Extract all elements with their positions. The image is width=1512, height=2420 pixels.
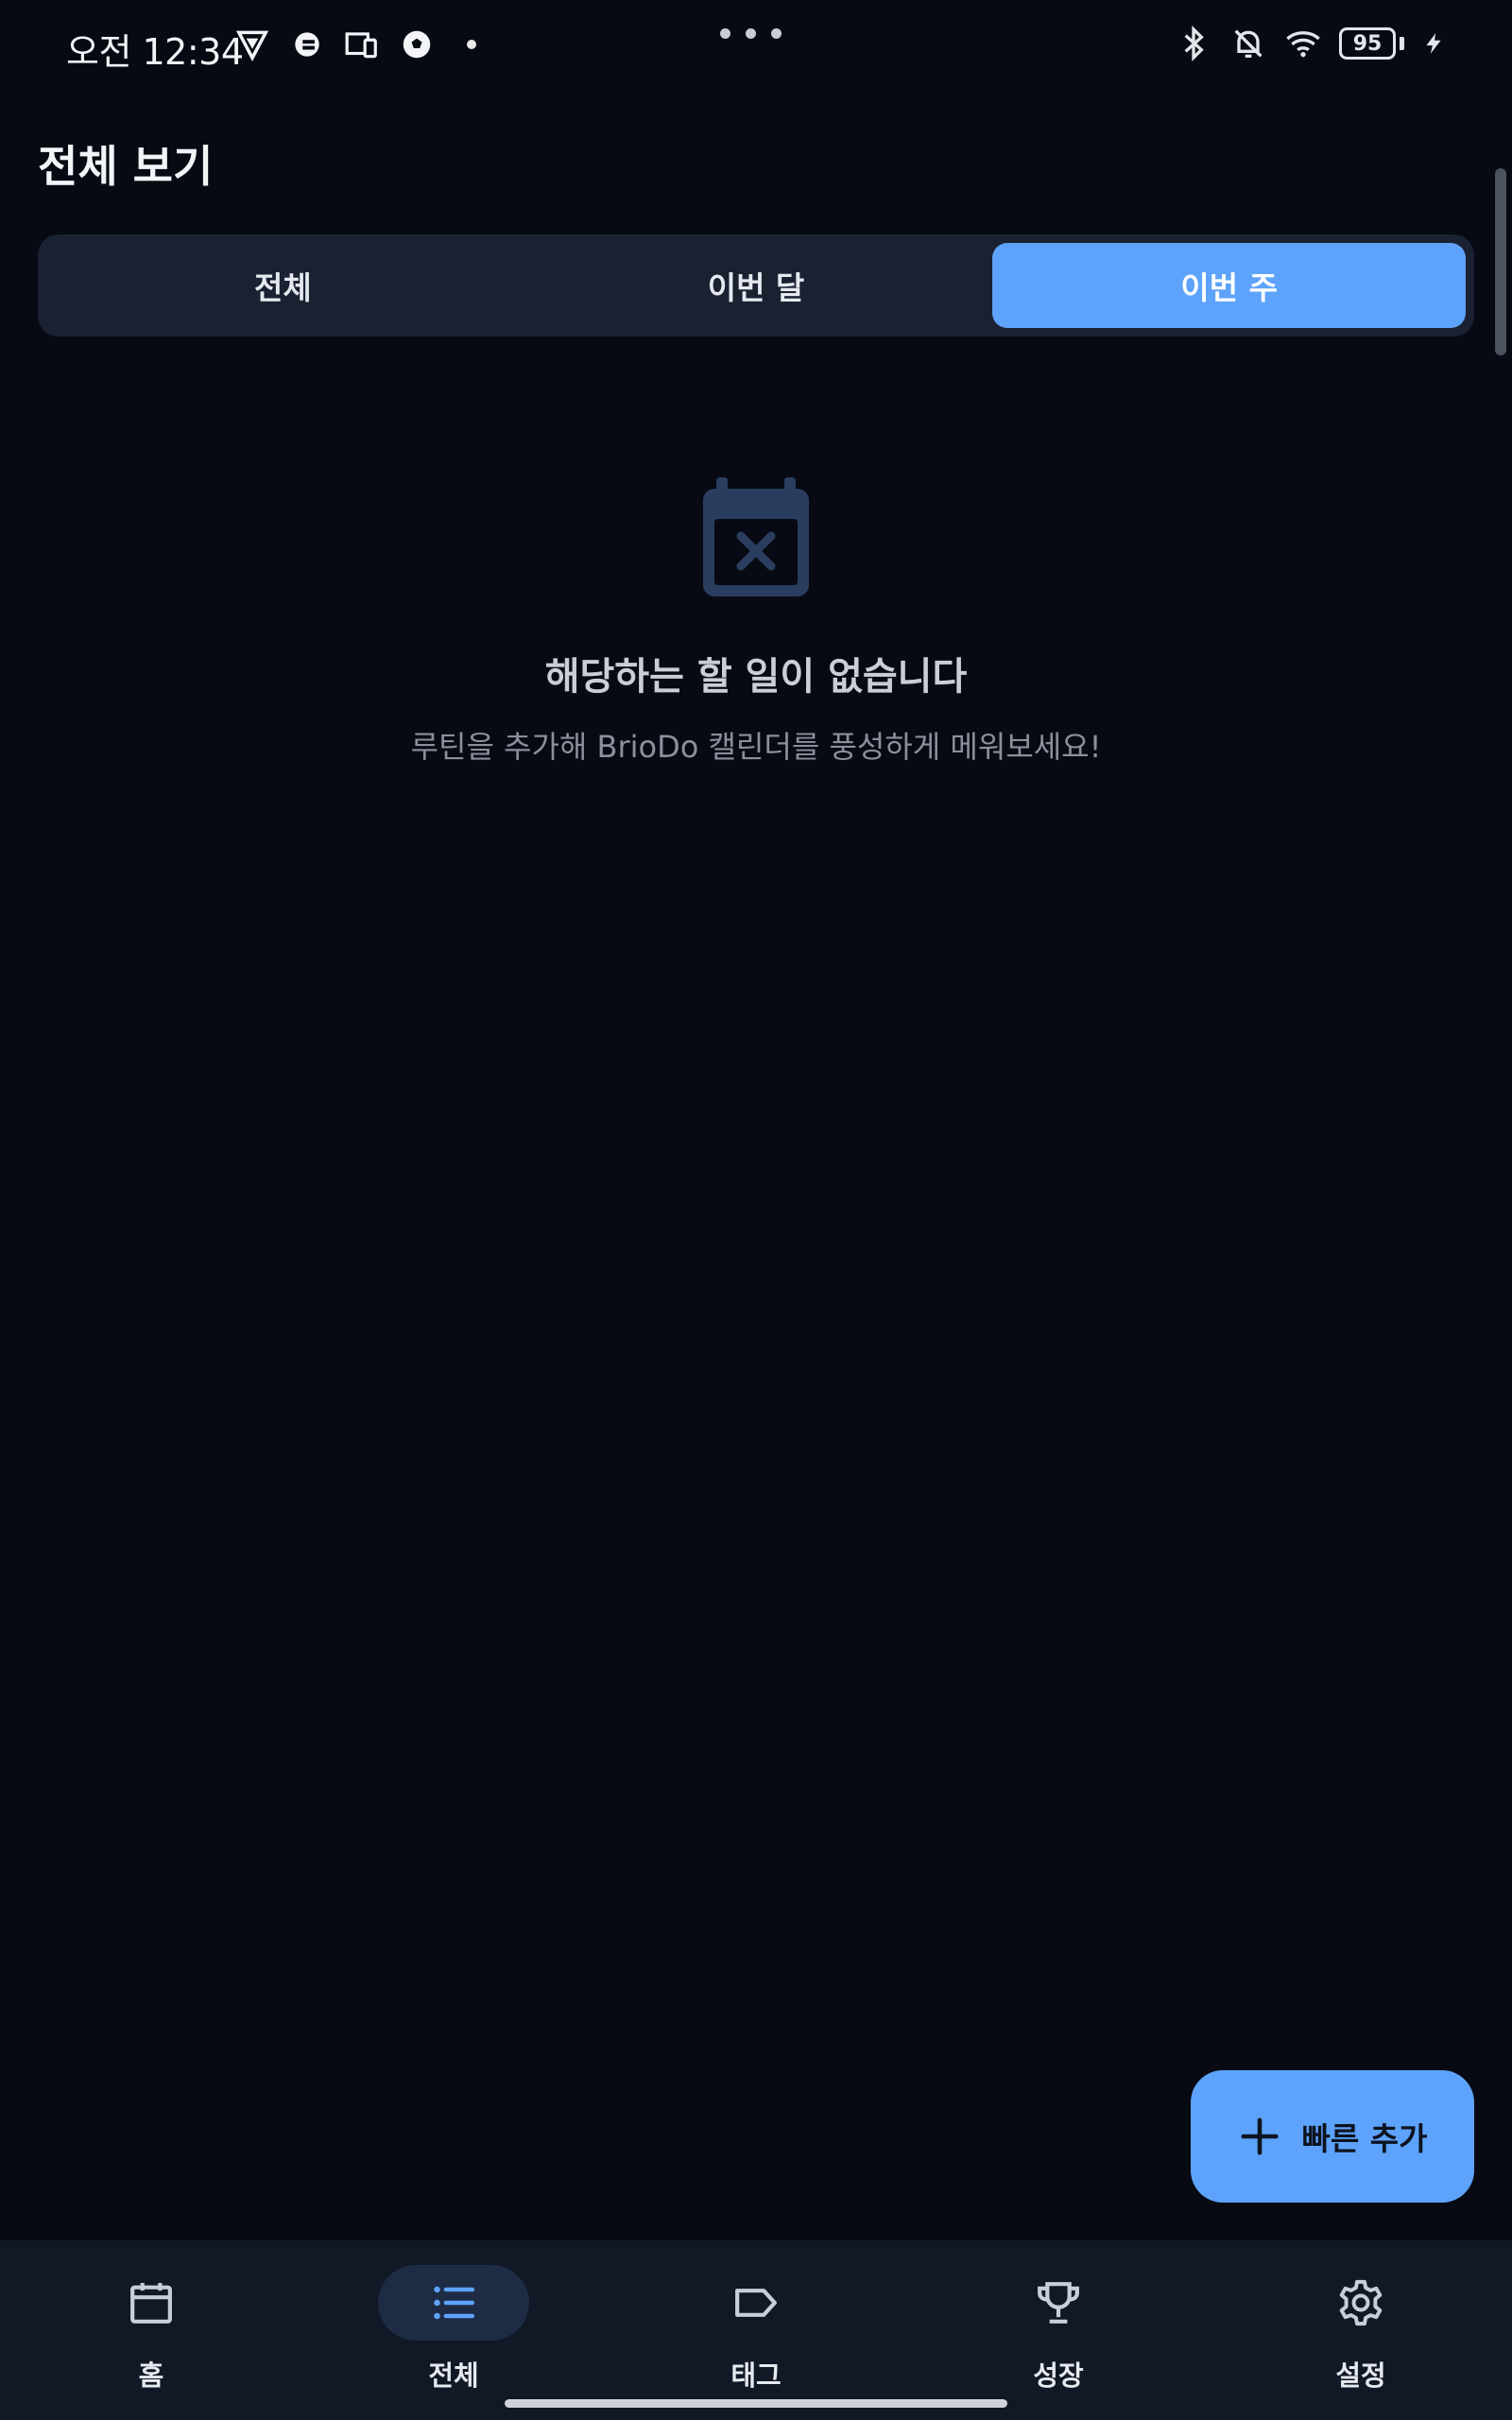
nav-label-home: 홈	[138, 2360, 164, 2392]
empty-state-title: 해당하는 할 일이 없습니다	[544, 655, 968, 699]
scrollbar[interactable]	[1495, 168, 1506, 355]
tab-all[interactable]: 전체	[46, 243, 520, 328]
bell-muted-icon	[1234, 29, 1263, 58]
nav-item-home[interactable]: 홈	[0, 2240, 302, 2420]
nav-label-tags: 태그	[730, 2360, 782, 2392]
bluetooth-icon	[1184, 25, 1204, 62]
nav-label-settings: 설정	[1335, 2360, 1386, 2392]
empty-state: 해당하는 할 일이 없습니다 루틴을 추가해 BrioDo 캘린더를 풍성하게 …	[0, 477, 1512, 767]
bottom-navigation: 홈 전체 태그 성장 설정	[0, 2240, 1512, 2420]
screen: 오전 12:34 95 전체 보기 전체 이번 달 이번 주 해당하는 할 일이…	[0, 0, 1512, 2420]
battery-level: 95	[1339, 27, 1396, 60]
nav-item-all[interactable]: 전체	[302, 2240, 605, 2420]
page-title: 전체 보기	[38, 141, 214, 192]
devices-icon	[345, 32, 377, 59]
multiwindow-handle[interactable]	[720, 28, 782, 39]
app-notification-icon	[295, 32, 319, 57]
calendar-icon	[130, 2283, 172, 2324]
vpn-shield-icon	[235, 30, 269, 61]
tag-icon	[735, 2289, 777, 2317]
empty-state-subtitle: 루틴을 추가해 BrioDo 캘린더를 풍성하게 메워보세요!	[410, 729, 1102, 765]
nav-item-tags[interactable]: 태그	[605, 2240, 907, 2420]
wifi-icon	[1286, 31, 1320, 58]
nav-item-growth[interactable]: 성장	[907, 2240, 1210, 2420]
trophy-icon	[1038, 2282, 1079, 2324]
system-icons: 95	[1175, 25, 1446, 62]
more-notifications-dot	[467, 40, 476, 49]
notification-icons	[234, 26, 476, 62]
plus-icon	[1240, 2118, 1279, 2155]
gear-icon	[1339, 2279, 1383, 2326]
tab-this-month[interactable]: 이번 달	[520, 243, 993, 328]
tab-this-week[interactable]: 이번 주	[992, 243, 1467, 328]
list-icon	[434, 2286, 475, 2320]
calendar-x-icon	[703, 477, 809, 596]
battery-indicator: 95	[1339, 27, 1404, 60]
charging-bolt-icon	[1426, 33, 1441, 54]
status-time: 오전 12:34	[66, 31, 244, 73]
quick-add-button[interactable]: 빠른 추가	[1191, 2070, 1474, 2203]
soccer-ball-icon	[403, 30, 431, 59]
nav-item-settings[interactable]: 설정	[1210, 2240, 1512, 2420]
nav-label-all: 전체	[428, 2360, 479, 2392]
status-bar: 오전 12:34 95	[0, 0, 1512, 95]
nav-label-growth: 성장	[1033, 2360, 1084, 2392]
quick-add-label: 빠른 추가	[1301, 2120, 1428, 2157]
period-filter: 전체 이번 달 이번 주	[38, 234, 1474, 337]
home-indicator[interactable]	[505, 2399, 1007, 2408]
